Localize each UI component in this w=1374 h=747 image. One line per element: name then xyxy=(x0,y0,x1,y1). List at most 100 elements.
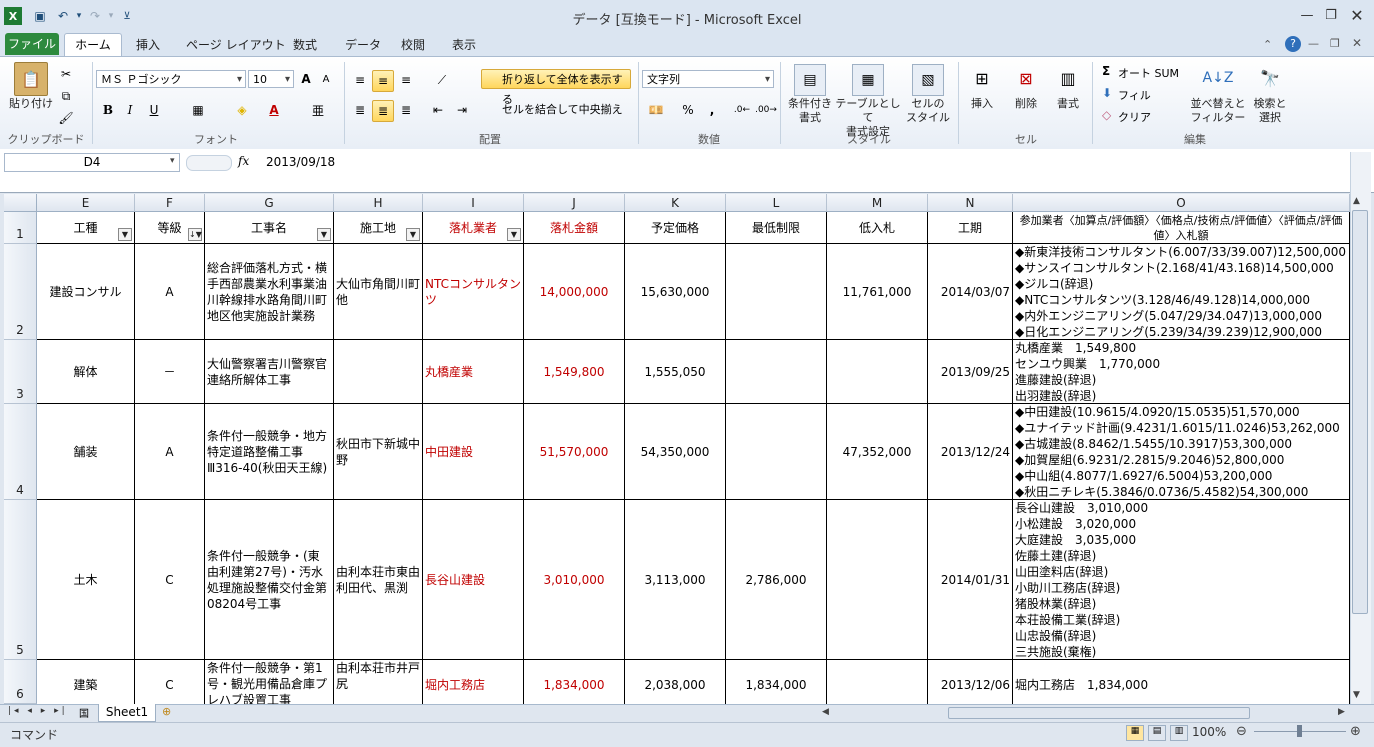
format-painter-icon[interactable]: 🖌 xyxy=(56,108,76,128)
copy-icon[interactable]: ⧉ xyxy=(56,86,76,106)
cell-planned-price[interactable]: 15,630,000 xyxy=(625,244,726,340)
cell-winning-amount[interactable]: 1,549,800 xyxy=(524,340,625,404)
row-header[interactable]: 6 xyxy=(4,660,37,704)
filter-dropdown-icon[interactable]: ▼ xyxy=(507,228,521,241)
filter-sorted-icon[interactable]: ↓▼ xyxy=(188,228,202,241)
align-center-icon[interactable]: ≣ xyxy=(372,100,394,122)
cell-planned-price[interactable]: 2,038,000 xyxy=(625,660,726,710)
header-cell[interactable]: 工期 xyxy=(928,212,1013,244)
cell-low-bid[interactable] xyxy=(827,340,928,404)
column-header-l[interactable]: L xyxy=(726,194,827,212)
doc-minimize-icon[interactable]: — xyxy=(1308,37,1319,50)
page-layout-view-icon[interactable]: ▤ xyxy=(1148,725,1166,741)
cell-location[interactable] xyxy=(334,340,423,404)
column-header-m[interactable]: M xyxy=(827,194,928,212)
sort-filter-icon[interactable]: A↓Z xyxy=(1203,64,1234,92)
horizontal-scroll-thumb[interactable] xyxy=(948,707,1250,719)
bold-button[interactable]: B xyxy=(98,100,118,120)
cell-bidders[interactable]: ◆新東洋技術コンサルタント(6.007/33/39.007)12,500,000… xyxy=(1013,244,1350,340)
cell-work-type[interactable]: 解体 xyxy=(37,340,135,404)
currency-icon[interactable]: 💴 xyxy=(646,100,666,120)
align-bottom-icon[interactable]: ≡ xyxy=(396,70,416,90)
cell-styles-icon[interactable]: ▧ xyxy=(912,64,944,96)
column-header-f[interactable]: F xyxy=(135,194,205,212)
autosum-icon[interactable]: Σ xyxy=(1102,64,1110,78)
align-left-icon[interactable]: ≣ xyxy=(350,100,370,120)
row-header[interactable]: 1 xyxy=(4,212,37,244)
insert-function-icon[interactable]: fx xyxy=(238,154,254,170)
fill-icon[interactable]: ⬇ xyxy=(1102,86,1112,100)
cell-period[interactable]: 2013/12/06 xyxy=(928,660,1013,710)
name-box-dropdown-icon[interactable]: ▾ xyxy=(170,156,175,166)
cell-location[interactable]: 秋田市下新城中野 xyxy=(334,404,423,500)
cell-planned-price[interactable]: 54,350,000 xyxy=(625,404,726,500)
cell-planned-price[interactable]: 1,555,050 xyxy=(625,340,726,404)
filter-dropdown-icon[interactable]: ▼ xyxy=(118,228,132,241)
tab-view[interactable]: 表示 xyxy=(442,35,486,55)
tab-page-layout[interactable]: ページ レイアウト xyxy=(176,35,296,55)
cell-location[interactable]: 由利本荘市東由利田代、黒渕 xyxy=(334,500,423,660)
increase-decimal-icon[interactable]: .0← xyxy=(732,100,752,120)
cell-period[interactable]: 2013/09/25 xyxy=(928,340,1013,404)
cell-grade[interactable]: C xyxy=(135,660,205,710)
cell-min-limit[interactable]: 2,786,000 xyxy=(726,500,827,660)
align-right-icon[interactable]: ≣ xyxy=(396,100,416,120)
cell-project-name[interactable]: 条件付一般競争・第1号・観光用備品倉庫プレハブ設置工事 xyxy=(205,660,334,710)
cell-min-limit[interactable] xyxy=(726,244,827,340)
insert-cells-button[interactable]: 挿入 xyxy=(964,97,1000,111)
paste-button[interactable]: 貼り付け xyxy=(6,97,56,111)
cell-bidders[interactable]: 長谷山建設 3,010,000 小松建設 3,020,000 大庭建設 3,03… xyxy=(1013,500,1350,660)
column-header-n[interactable]: N xyxy=(928,194,1013,212)
font-grow-icon[interactable]: A xyxy=(298,70,314,88)
scroll-up-icon[interactable]: ▲ xyxy=(1353,196,1360,206)
fill-color-icon[interactable]: ◈ xyxy=(232,100,252,120)
header-cell[interactable]: 工種 ▼ xyxy=(37,212,135,244)
cell-work-type[interactable]: 土木 xyxy=(37,500,135,660)
doc-close-icon[interactable]: ✕ xyxy=(1352,36,1362,50)
column-header-o[interactable]: O xyxy=(1013,194,1350,212)
collapse-ribbon-icon[interactable]: ⌃ xyxy=(1263,38,1272,51)
format-as-table-icon[interactable]: ▦ xyxy=(852,64,884,96)
tab-data[interactable]: データ xyxy=(335,35,391,55)
vertical-scroll-thumb[interactable] xyxy=(1352,210,1368,614)
cell-bidders[interactable]: 堀内工務店 1,834,000 xyxy=(1013,660,1350,710)
insert-cells-icon[interactable]: ⊞ xyxy=(968,64,996,92)
cell-min-limit[interactable]: 1,834,000 xyxy=(726,660,827,710)
column-header-g[interactable]: G xyxy=(205,194,334,212)
fill-button[interactable]: フィル xyxy=(1118,87,1151,103)
format-cells-icon[interactable]: ▥ xyxy=(1054,64,1082,92)
paste-icon[interactable]: 📋 xyxy=(14,62,48,96)
cell-winning-amount[interactable]: 1,834,000 xyxy=(524,660,625,710)
zoom-in-icon[interactable]: ⊕ xyxy=(1350,724,1361,739)
number-format-combo[interactable]: 文字列 xyxy=(642,70,774,89)
cell-planned-price[interactable]: 3,113,000 xyxy=(625,500,726,660)
comma-button[interactable]: , xyxy=(702,100,722,120)
zoom-slider-thumb[interactable] xyxy=(1297,725,1302,737)
formula-bar-resize-handle[interactable] xyxy=(186,155,232,171)
delete-cells-icon[interactable]: ⊠ xyxy=(1012,64,1040,92)
header-cell[interactable]: 参加業者〈加算点/評価額〉〈価格点/技術点/評価値〉〈評価点/評価値〉入札額 xyxy=(1013,212,1350,244)
tab-file[interactable]: ファイル xyxy=(5,33,59,55)
header-cell[interactable]: 施工地 ▼ xyxy=(334,212,423,244)
clear-icon[interactable]: ◇ xyxy=(1102,108,1111,122)
page-break-view-icon[interactable]: ▥ xyxy=(1170,725,1188,741)
phonetic-icon[interactable]: 亜 xyxy=(308,100,328,120)
delete-cells-button[interactable]: 削除 xyxy=(1008,97,1044,111)
tab-formulas[interactable]: 数式 xyxy=(283,35,327,55)
cell-low-bid[interactable]: 47,352,000 xyxy=(827,404,928,500)
cell-grade[interactable]: A xyxy=(135,244,205,340)
cell-winning-amount[interactable]: 14,000,000 xyxy=(524,244,625,340)
normal-view-icon[interactable]: ▦ xyxy=(1126,725,1144,741)
column-header-i[interactable]: I xyxy=(423,194,524,212)
underline-button[interactable]: U xyxy=(144,100,164,120)
cell-min-limit[interactable] xyxy=(726,404,827,500)
find-select-icon[interactable]: 🔭 xyxy=(1256,64,1284,92)
formula-input[interactable]: 2013/09/18 xyxy=(266,155,335,169)
cell-project-name[interactable]: 条件付一般競争・(東由利建第27号)・汚水処理施設整備交付金第08204号工事 xyxy=(205,500,334,660)
cell-low-bid[interactable] xyxy=(827,500,928,660)
merge-center-button[interactable]: セルを結合して中央揃え xyxy=(484,101,632,119)
decrease-indent-icon[interactable]: ⇤ xyxy=(428,100,448,120)
restore-icon[interactable]: ❐ xyxy=(1320,6,1342,24)
tab-home[interactable]: ホーム xyxy=(64,33,122,57)
clear-button[interactable]: クリア xyxy=(1118,109,1151,125)
